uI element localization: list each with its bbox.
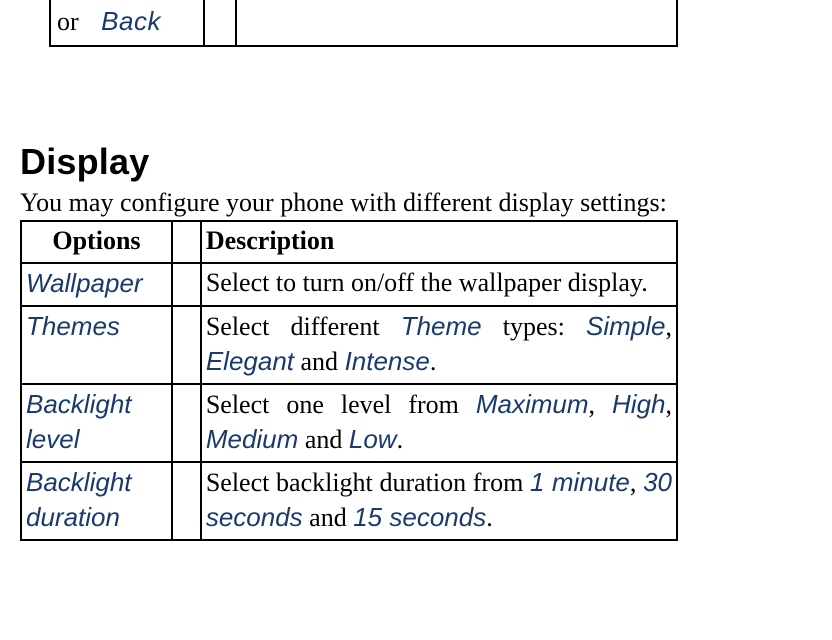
spacer-cell — [172, 263, 201, 306]
spacer-cell — [172, 462, 201, 540]
back-label: Back — [85, 6, 161, 36]
desc-mid: and — [294, 347, 345, 376]
option-cell: Themes — [21, 306, 172, 384]
col-header-description: Description — [201, 221, 677, 263]
term-high: High — [612, 389, 665, 419]
spacer-cell — [172, 306, 201, 384]
desc-tail: . — [430, 347, 437, 376]
desc-mid: and — [298, 425, 349, 454]
sep: , — [589, 390, 612, 419]
sep: , — [630, 468, 643, 497]
desc-lead: Select different — [206, 312, 401, 341]
description-cell: Select backlight duration from 1 minute,… — [201, 462, 677, 540]
spacer-cell — [204, 0, 237, 46]
desc-tail: . — [486, 503, 493, 532]
table-row: Themes Select different Theme types: Sim… — [21, 306, 677, 384]
term-medium: Medium — [206, 424, 298, 454]
back-cell: or Back — [50, 0, 204, 46]
col-header-options: Options — [21, 221, 172, 263]
term-elegant: Elegant — [206, 346, 294, 376]
option-cell: Wallpaper — [21, 263, 172, 306]
table-row: Backlight level Select one level from Ma… — [21, 384, 677, 462]
term-maximum: Maximum — [476, 389, 589, 419]
display-options-table: Options Description Wallpaper Select to … — [20, 220, 678, 541]
col-header-spacer — [172, 221, 201, 263]
section-intro: You may configure your phone with differ… — [20, 188, 667, 218]
option-name: Backlight level — [26, 389, 132, 454]
desc-lead: Select backlight duration from — [206, 468, 530, 497]
desc-lead: Select one level from — [206, 390, 476, 419]
table-header-row: Options Description — [21, 221, 677, 263]
term-1-minute: 1 minute — [530, 467, 630, 497]
option-name: Backlight duration — [26, 467, 132, 532]
spacer-cell — [172, 384, 201, 462]
term-15-seconds: 15 seconds — [353, 502, 486, 532]
sep: , — [666, 312, 673, 341]
description-cell: Select different Theme types: Simple, El… — [201, 306, 677, 384]
term-simple: Simple — [586, 311, 665, 341]
term-intense: Intense — [345, 346, 430, 376]
term-low: Low — [349, 424, 397, 454]
desc-mid: types: — [482, 312, 586, 341]
table-row: Backlight duration Select backlight dura… — [21, 462, 677, 540]
empty-cell — [236, 0, 677, 46]
option-name: Themes — [26, 311, 120, 341]
table-row: Wallpaper Select to turn on/off the wall… — [21, 263, 677, 306]
top-table-row: or Back — [50, 0, 677, 46]
page: or Back Display You may configure your p… — [0, 0, 832, 640]
desc-mid: and — [303, 503, 354, 532]
option-name: Wallpaper — [26, 268, 143, 298]
sep: , — [666, 390, 673, 419]
description-cell: Select to turn on/off the wallpaper disp… — [201, 263, 677, 306]
top-table-fragment: or Back — [49, 0, 678, 47]
option-cell: Backlight duration — [21, 462, 172, 540]
option-cell: Backlight level — [21, 384, 172, 462]
description-cell: Select one level from Maximum, High, Med… — [201, 384, 677, 462]
section-heading: Display — [20, 142, 149, 182]
or-text: or — [57, 7, 79, 36]
description-text: Select to turn on/off the wallpaper disp… — [206, 268, 648, 297]
term-theme: Theme — [401, 311, 482, 341]
desc-tail: . — [397, 425, 404, 454]
